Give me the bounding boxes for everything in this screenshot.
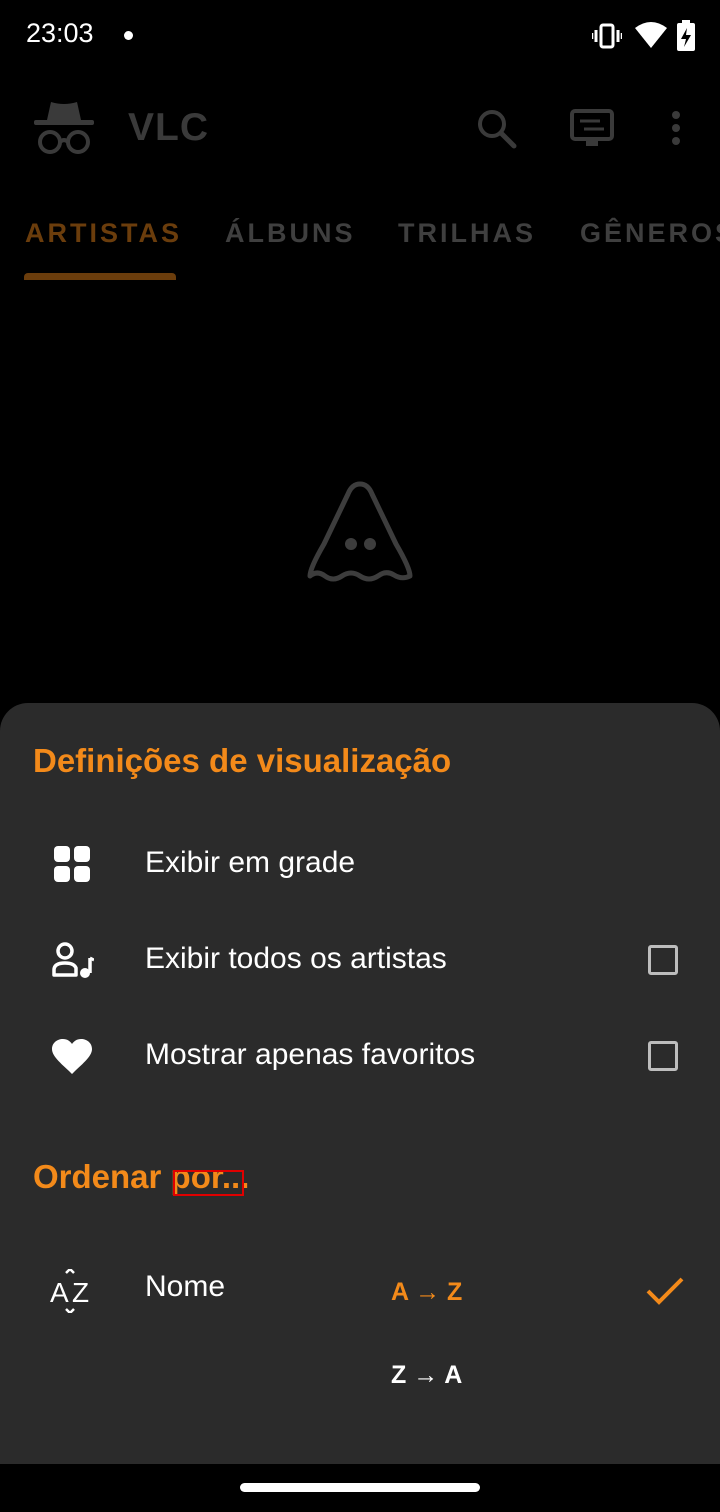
svg-text:Z: Z [72,1277,89,1308]
artist-music-icon [52,942,94,978]
show-all-artists-checkbox[interactable] [648,945,678,975]
search-icon[interactable] [476,108,518,150]
vibrate-icon [592,23,622,49]
view-settings-sheet [0,703,720,1464]
show-all-artists-option[interactable]: Exibir todos os artistas [145,942,447,976]
heart-icon [52,1039,92,1074]
view-settings-title: Definições de visualização [33,742,452,779]
tab-trilhas[interactable]: TRILHAS [398,218,536,249]
status-time: 23:03 [26,18,94,48]
tab-artistas[interactable]: ARTISTAS [25,218,182,249]
show-favorites-only-checkbox[interactable] [648,1041,678,1071]
app-title: VLC [128,106,209,149]
highlight-box [173,1170,244,1196]
battery-charging-icon [677,20,695,51]
show-grid-option[interactable]: Exibir em grade [145,846,355,880]
tab-albuns[interactable]: ÁLBUNS [225,218,356,249]
sort-ascending-option[interactable]: A → Z [391,1278,462,1307]
tab-generos[interactable]: GÊNEROS [580,218,720,249]
grid-icon [54,846,90,882]
sort-descending-option[interactable]: Z → A [391,1361,462,1390]
wifi-icon [635,22,667,48]
home-gesture-handle[interactable] [240,1483,480,1492]
svg-text:A: A [50,1277,69,1308]
more-vert-icon[interactable] [668,110,684,148]
sort-alpha-icon: A Z [50,1269,89,1313]
tab-indicator [24,273,176,280]
vlc-cone-icon [307,481,413,582]
show-favorites-only-option[interactable]: Mostrar apenas favoritos [145,1038,475,1072]
cast-icon[interactable] [570,108,614,148]
incognito-icon [34,102,94,154]
notification-dot-icon [124,31,133,40]
sort-by-name-option[interactable]: Nome [145,1270,225,1304]
check-icon [646,1277,684,1305]
